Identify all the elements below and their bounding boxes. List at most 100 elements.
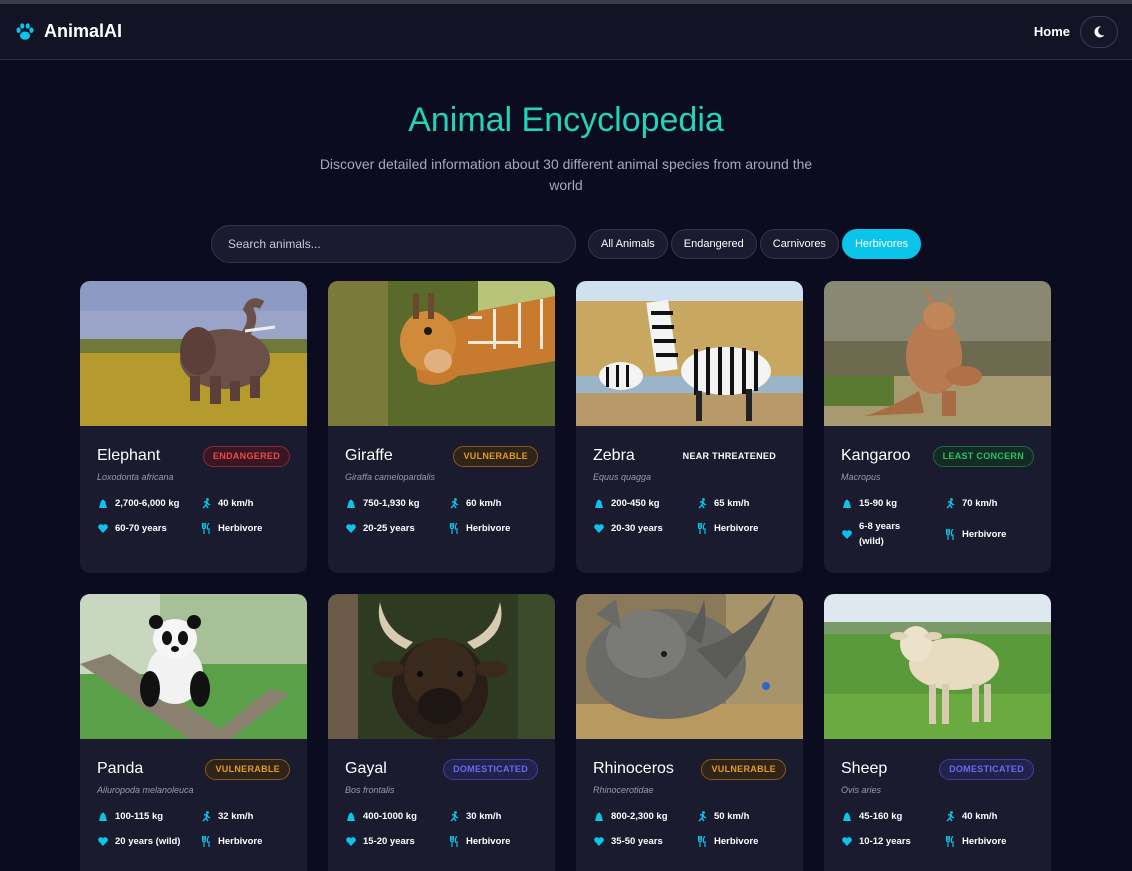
lifespan-stat: 20-30 years xyxy=(593,519,696,538)
scientific-name: Equus quagga xyxy=(593,472,652,482)
speed-stat: 32 km/h xyxy=(200,807,290,826)
speed-stat: 60 km/h xyxy=(448,494,538,513)
animal-name: Sheep xyxy=(841,760,888,777)
diet-stat: Herbivore xyxy=(944,519,1034,549)
scientific-name: Bos frontalis xyxy=(345,785,395,795)
weight-icon xyxy=(345,811,356,822)
lifespan-stat: 15-20 years xyxy=(345,832,448,851)
page-subtitle: Discover detailed information about 30 d… xyxy=(319,156,813,193)
filter-group: All Animals Endangered Carnivores Herbiv… xyxy=(588,229,922,259)
heart-icon xyxy=(97,523,108,534)
filter-herbivores[interactable]: Herbivores xyxy=(841,229,922,259)
animal-card[interactable]: Rhinoceros VULNERABLE Rhinocerotidae 800… xyxy=(576,594,803,871)
scientific-name: Rhinocerotidae xyxy=(593,785,654,795)
running-icon xyxy=(448,498,459,509)
animal-name: Kangaroo xyxy=(841,447,911,464)
heart-icon xyxy=(841,836,852,847)
scientific-name: Ailuropoda melanoleuca xyxy=(97,785,194,795)
sheep-photo xyxy=(824,594,1051,739)
status-badge: DOMESTICATED xyxy=(443,758,538,780)
animal-grid: Elephant ENDANGERED Loxodonta africana 2… xyxy=(80,281,1051,871)
running-icon xyxy=(696,498,707,509)
theme-toggle-button[interactable] xyxy=(1080,15,1118,48)
brand-name: AnimalAI xyxy=(44,21,123,41)
nav-home-link[interactable]: Home xyxy=(1034,24,1070,39)
utensils-icon xyxy=(200,523,211,534)
page-title: Animal Encyclopedia xyxy=(408,101,724,139)
animal-card[interactable]: Zebra NEAR THREATENED Equus quagga 200-4… xyxy=(576,281,803,573)
animal-card[interactable]: Panda VULNERABLE Ailuropoda melanoleuca … xyxy=(80,594,307,871)
lifespan-stat: 60-70 years xyxy=(97,519,200,538)
animal-name: Rhinoceros xyxy=(593,760,674,777)
animal-name: Zebra xyxy=(593,447,635,464)
lifespan-stat: 6-8 years (wild) xyxy=(841,519,944,549)
lifespan-stat: 35-50 years xyxy=(593,832,696,851)
weight-stat: 100-115 kg xyxy=(97,807,200,826)
scientific-name: Giraffa camelopardalis xyxy=(345,472,436,482)
speed-stat: 70 km/h xyxy=(944,494,1034,513)
weight-icon xyxy=(345,498,356,509)
heart-icon xyxy=(345,523,356,534)
weight-stat: 45-160 kg xyxy=(841,807,944,826)
filter-carnivores[interactable]: Carnivores xyxy=(759,229,839,259)
diet-stat: Herbivore xyxy=(696,519,786,538)
heart-icon xyxy=(345,836,356,847)
gayal-photo xyxy=(328,594,555,739)
kangaroo-photo xyxy=(824,281,1051,426)
controls-bar: All Animals Endangered Carnivores Herbiv… xyxy=(0,225,1132,263)
weight-stat: 200-450 kg xyxy=(593,494,696,513)
status-badge: ENDANGERED xyxy=(202,445,290,467)
diet-stat: Herbivore xyxy=(200,519,290,538)
weight-stat: 400-1000 kg xyxy=(345,807,448,826)
weight-icon xyxy=(841,811,852,822)
animal-card[interactable]: Kangaroo LEAST CONCERN Macropus 15-90 kg… xyxy=(824,281,1051,573)
filter-all-animals[interactable]: All Animals xyxy=(588,229,668,259)
speed-stat: 65 km/h xyxy=(696,494,786,513)
utensils-icon xyxy=(696,523,707,534)
weight-stat: 15-90 kg xyxy=(841,494,944,513)
diet-stat: Herbivore xyxy=(944,832,1034,851)
animal-name: Panda xyxy=(97,760,144,777)
giraffe-photo xyxy=(328,281,555,426)
heart-icon xyxy=(841,529,852,540)
moon-icon xyxy=(1092,25,1106,39)
lifespan-stat: 10-12 years xyxy=(841,832,944,851)
utensils-icon xyxy=(448,836,459,847)
animal-name: Gayal xyxy=(345,760,387,777)
utensils-icon xyxy=(944,836,955,847)
diet-stat: Herbivore xyxy=(200,832,290,851)
filter-endangered[interactable]: Endangered xyxy=(670,229,757,259)
scientific-name: Macropus xyxy=(841,472,881,482)
speed-stat: 30 km/h xyxy=(448,807,538,826)
running-icon xyxy=(944,498,955,509)
zebra-photo xyxy=(576,281,803,426)
search-input[interactable] xyxy=(211,225,576,263)
animal-card[interactable]: Elephant ENDANGERED Loxodonta africana 2… xyxy=(80,281,307,573)
utensils-icon xyxy=(200,836,211,847)
animal-card[interactable]: Giraffe VULNERABLE Giraffa camelopardali… xyxy=(328,281,555,573)
hero: Animal Encyclopedia Discover detailed in… xyxy=(0,60,1132,196)
weight-icon xyxy=(97,498,108,509)
status-badge: DOMESTICATED xyxy=(939,758,1034,780)
weight-stat: 2,700-6,000 kg xyxy=(97,494,200,513)
running-icon xyxy=(200,811,211,822)
status-badge: LEAST CONCERN xyxy=(932,445,1034,467)
heart-icon xyxy=(593,523,604,534)
weight-stat: 750-1,930 kg xyxy=(345,494,448,513)
diet-stat: Herbivore xyxy=(448,519,538,538)
scientific-name: Loxodonta africana xyxy=(97,472,174,482)
utensils-icon xyxy=(944,528,955,540)
lifespan-stat: 20-25 years xyxy=(345,519,448,538)
weight-icon xyxy=(841,498,852,509)
speed-stat: 40 km/h xyxy=(944,807,1034,826)
animal-card[interactable]: Sheep DOMESTICATED Ovis aries 45-160 kg … xyxy=(824,594,1051,871)
utensils-icon xyxy=(448,523,459,534)
status-badge: VULNERABLE xyxy=(701,758,786,780)
brand[interactable]: AnimalAI xyxy=(14,21,122,43)
diet-stat: Herbivore xyxy=(696,832,786,851)
status-badge: VULNERABLE xyxy=(453,445,538,467)
weight-icon xyxy=(593,498,604,509)
running-icon xyxy=(944,811,955,822)
diet-stat: Herbivore xyxy=(448,832,538,851)
animal-card[interactable]: Gayal DOMESTICATED Bos frontalis 400-100… xyxy=(328,594,555,871)
